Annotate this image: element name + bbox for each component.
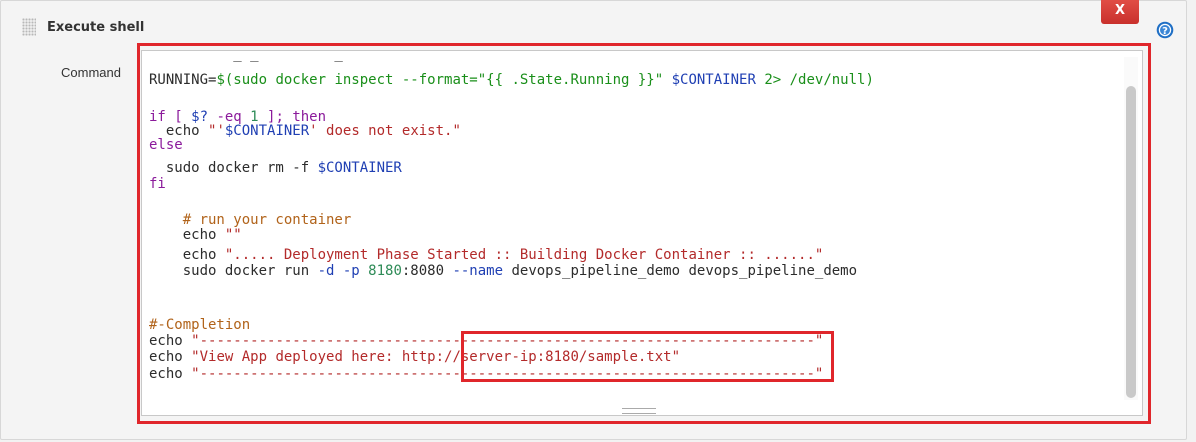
- highlight-box-url: [461, 331, 834, 382]
- section-title: Execute shell: [47, 20, 145, 35]
- command-label: Command: [61, 65, 121, 80]
- help-icon[interactable]: ?: [1156, 21, 1174, 39]
- execute-shell-panel: Execute shell X ? Command _ _ _ RUNNING=…: [0, 0, 1196, 442]
- svg-text:?: ?: [1162, 26, 1168, 37]
- close-button[interactable]: X: [1101, 0, 1139, 24]
- drag-handle-icon[interactable]: [22, 18, 36, 36]
